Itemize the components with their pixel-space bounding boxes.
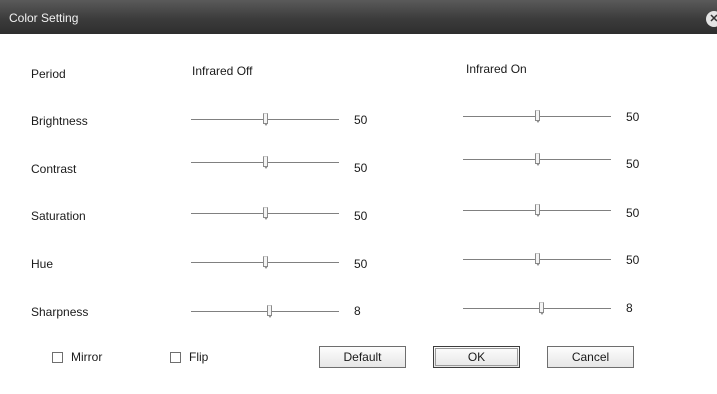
close-icon[interactable]: ✕ xyxy=(706,11,717,27)
slider-thumb[interactable] xyxy=(535,253,540,266)
saturation-infrared-off-value: 50 xyxy=(354,209,368,223)
brightness-infrared-on-slider[interactable] xyxy=(463,107,611,127)
slider-thumb[interactable] xyxy=(263,113,268,126)
contrast-label: Contrast xyxy=(31,162,77,176)
period-label: Period xyxy=(31,67,66,81)
slider-thumb[interactable] xyxy=(267,305,272,318)
checkbox-box[interactable] xyxy=(170,352,181,363)
hue-infrared-off-slider[interactable] xyxy=(191,253,339,273)
slider-thumb[interactable] xyxy=(263,207,268,220)
sharpness-label: Sharpness xyxy=(31,305,89,319)
default-button[interactable]: Default xyxy=(319,346,406,368)
infrared-on-header: Infrared On xyxy=(466,62,527,76)
brightness-infrared-on-value: 50 xyxy=(626,110,640,124)
hue-infrared-on-value: 50 xyxy=(626,253,640,267)
slider-track xyxy=(191,311,339,313)
saturation-label: Saturation xyxy=(31,209,86,223)
hue-infrared-off-value: 50 xyxy=(354,257,368,271)
saturation-infrared-off-slider[interactable] xyxy=(191,204,339,224)
brightness-infrared-off-value: 50 xyxy=(354,113,368,127)
contrast-infrared-on-value: 50 xyxy=(626,157,640,171)
infrared-off-header: Infrared Off xyxy=(192,64,253,78)
slider-thumb[interactable] xyxy=(535,204,540,217)
brightness-infrared-off-slider[interactable] xyxy=(191,110,339,130)
cancel-button[interactable]: Cancel xyxy=(547,346,634,368)
sharpness-infrared-on-slider[interactable] xyxy=(463,299,611,319)
hue-infrared-on-slider[interactable] xyxy=(463,250,611,270)
mirror-label: Mirror xyxy=(71,350,103,364)
title-bar[interactable]: Color Setting ✕ xyxy=(0,0,717,34)
contrast-infrared-off-slider[interactable] xyxy=(191,153,339,173)
saturation-infrared-on-slider[interactable] xyxy=(463,201,611,221)
flip-label: Flip xyxy=(189,350,209,364)
slider-thumb[interactable] xyxy=(263,156,268,169)
slider-track xyxy=(463,308,611,310)
slider-thumb[interactable] xyxy=(535,153,540,166)
ok-button[interactable]: OK xyxy=(433,346,520,368)
brightness-label: Brightness xyxy=(31,114,88,128)
window-title: Color Setting xyxy=(9,11,79,25)
color-setting-dialog: Color Setting ✕ Period Infrared Off Infr… xyxy=(0,0,717,394)
contrast-infrared-on-slider[interactable] xyxy=(463,150,611,170)
slider-thumb[interactable] xyxy=(263,256,268,269)
sharpness-infrared-on-value: 8 xyxy=(626,301,633,315)
hue-label: Hue xyxy=(31,257,54,271)
slider-thumb[interactable] xyxy=(539,302,544,315)
contrast-infrared-off-value: 50 xyxy=(354,161,368,175)
slider-thumb[interactable] xyxy=(535,110,540,123)
saturation-infrared-on-value: 50 xyxy=(626,206,640,220)
sharpness-infrared-off-slider[interactable] xyxy=(191,302,339,322)
sharpness-infrared-off-value: 8 xyxy=(354,304,361,318)
checkbox-box[interactable] xyxy=(52,352,63,363)
